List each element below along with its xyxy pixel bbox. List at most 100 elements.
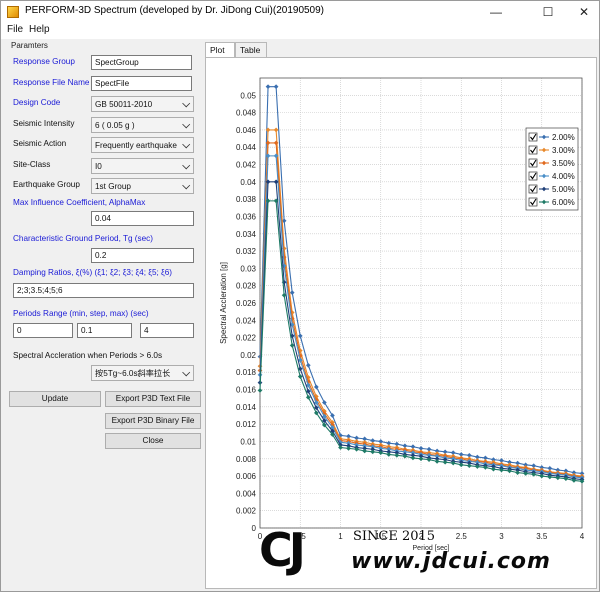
x-tick-label: 0 <box>258 532 263 541</box>
x-tick-label: 4 <box>580 532 585 541</box>
y-tick-label: 0.006 <box>236 472 257 481</box>
minimize-button[interactable]: — <box>479 1 513 23</box>
chevron-down-icon <box>182 181 191 190</box>
y-tick-label: 0.05 <box>240 91 256 100</box>
damping-label: Damping Ratios, ξ(%) (ξ1; ξ2; ξ3; ξ4; ξ5… <box>13 268 172 277</box>
design-code-label: Design Code <box>13 98 61 107</box>
parameters-group: Paramters Response Group SpectGroup Resp… <box>5 41 202 451</box>
y-tick-label: 0.038 <box>236 195 257 204</box>
close-button[interactable]: Close <box>105 433 201 449</box>
y-tick-label: 0.016 <box>236 386 257 395</box>
design-code-value: GB 50011-2010 <box>95 100 153 109</box>
plot-panel: 0 0.002 0.004 0.006 0.008 0.01 0.012 0.014 0.016… <box>205 57 597 589</box>
y-tick-label: 0.01 <box>240 437 256 446</box>
y-tick-label: 0.026 <box>236 299 257 308</box>
legend-label: 2.00% <box>552 133 575 142</box>
close-window-button[interactable]: ✕ <box>567 1 600 23</box>
site-class-select[interactable]: I0 <box>91 158 194 174</box>
menu-bar: File Help <box>1 23 599 39</box>
y-tick-label: 0.046 <box>236 126 257 135</box>
y-tick-label: 0.012 <box>236 420 257 429</box>
y-tick-label: 0.02 <box>240 351 256 360</box>
site-class-label: Site-Class <box>13 160 51 169</box>
earthquake-group-label: Earthquake Group <box>13 180 80 189</box>
y-tick-label: 0.024 <box>236 316 257 325</box>
x-tick-label: 0.5 <box>295 532 307 541</box>
seismic-intensity-label: Seismic Intensity <box>13 119 75 128</box>
y-tick-label: 0.002 <box>236 507 257 516</box>
x-tick-label: 2 <box>419 532 424 541</box>
earthquake-group-select[interactable]: 1st Group <box>91 178 194 194</box>
y-tick-label: 0.018 <box>236 368 257 377</box>
period-min-input[interactable]: 0 <box>13 323 73 338</box>
seismic-intensity-select[interactable]: 6 ( 0.05 g ) <box>91 117 194 133</box>
x-tick-label: 3 <box>499 532 504 541</box>
seismic-action-label: Seismic Action <box>13 139 67 148</box>
chevron-down-icon <box>182 368 191 377</box>
update-button[interactable]: Update <box>9 391 101 407</box>
window-title: PERFORM-3D Spectrum (developed by Dr. Ji… <box>25 5 325 16</box>
response-file-label: Response File Name <box>13 78 90 87</box>
parameters-group-title: Paramters <box>11 41 48 50</box>
title-bar[interactable]: PERFORM-3D Spectrum (developed by Dr. Ji… <box>1 1 599 23</box>
damping-input[interactable]: 2;3;3.5;4;5;6 <box>13 283 194 298</box>
y-tick-label: 0.028 <box>236 282 257 291</box>
spectrum-chart: 0 0.002 0.004 0.006 0.008 0.01 0.012 0.014 0.016… <box>219 77 585 552</box>
legend-label: 4.00% <box>552 172 575 181</box>
y-tick-label: 0.014 <box>236 403 257 412</box>
response-group-input[interactable]: SpectGroup <box>91 55 192 70</box>
export-binary-button[interactable]: Export P3D Binary File <box>105 413 201 429</box>
x-tick-label: 3.5 <box>536 532 548 541</box>
x-axis-label: Period [sec] <box>413 545 450 552</box>
chevron-down-icon <box>182 99 191 108</box>
response-file-input[interactable]: SpectFile <box>91 76 192 91</box>
spectral-select[interactable]: 按5Tg~6.0s斜率拉长 <box>91 365 194 381</box>
x-tick-label: 1 <box>338 532 343 541</box>
alpha-max-label: Max Influence Coefficient, AlphaMax <box>13 198 146 207</box>
period-step-input[interactable]: 0.1 <box>77 323 132 338</box>
x-tick-label: 2.5 <box>456 532 468 541</box>
app-icon <box>7 6 19 18</box>
menu-file[interactable]: File <box>7 24 23 35</box>
tg-label: Characteristic Ground Period, Tg (sec) <box>13 234 153 243</box>
export-text-button[interactable]: Export P3D Text File <box>105 391 201 407</box>
chevron-down-icon <box>182 161 191 170</box>
chevron-down-icon <box>182 120 191 129</box>
legend-label: 5.00% <box>552 185 575 194</box>
y-tick-label: 0.04 <box>240 178 256 187</box>
y-tick-label: 0.032 <box>236 247 257 256</box>
spectral-label: Spectral Accleration when Periods > 6.0s <box>13 351 163 360</box>
alpha-max-input[interactable]: 0.04 <box>91 211 194 226</box>
seismic-action-value: Frequently earthquake <box>95 141 177 150</box>
chevron-down-icon <box>182 140 191 149</box>
legend-label: 3.50% <box>552 159 575 168</box>
maximize-button[interactable]: ☐ <box>531 1 565 23</box>
tg-input[interactable]: 0.2 <box>91 248 194 263</box>
periods-label: Periods Range (min, step, max) (sec) <box>13 309 149 318</box>
period-max-input[interactable]: 4 <box>140 323 194 338</box>
x-tick-label: 1.5 <box>375 532 387 541</box>
legend-label: 3.00% <box>552 146 575 155</box>
menu-help[interactable]: Help <box>29 24 50 35</box>
y-tick-label: 0.048 <box>236 109 257 118</box>
y-tick-label: 0 <box>252 524 257 533</box>
y-tick-label: 0.034 <box>236 230 257 239</box>
seismic-intensity-value: 6 ( 0.05 g ) <box>95 121 135 130</box>
y-tick-label: 0.042 <box>236 161 257 170</box>
design-code-select[interactable]: GB 50011-2010 <box>91 96 194 112</box>
y-tick-label: 0.004 <box>236 489 257 498</box>
y-tick-label: 0.03 <box>240 264 256 273</box>
response-group-label: Response Group <box>13 57 75 66</box>
y-tick-label: 0.022 <box>236 334 257 343</box>
tab-table[interactable]: Table <box>235 42 267 58</box>
seismic-action-select[interactable]: Frequently earthquake <box>91 137 194 153</box>
legend-label: 6.00% <box>552 198 575 207</box>
y-tick-label: 0.036 <box>236 212 257 221</box>
y-tick-label: 0.044 <box>236 143 257 152</box>
site-class-value: I0 <box>95 162 102 171</box>
spectral-value: 按5Tg~6.0s斜率拉长 <box>95 369 171 378</box>
app-window: PERFORM-3D Spectrum (developed by Dr. Ji… <box>0 0 600 592</box>
y-tick-label: 0.008 <box>236 455 257 464</box>
y-axis-label: Spectral Accleration [g] <box>219 262 228 344</box>
earthquake-group-value: 1st Group <box>95 182 131 191</box>
